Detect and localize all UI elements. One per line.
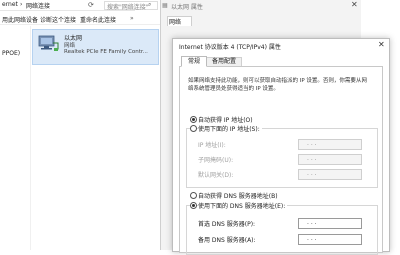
ethernet-properties-close-button[interactable]: ✕ (351, 0, 358, 9)
explorer-toolbar: 用此网络设备 诊断这个连接 重命名此连接 » (0, 12, 160, 25)
diagnose-button[interactable]: 诊断这个连接 (40, 15, 76, 24)
ethernet-properties-icon: ▦ (162, 2, 168, 9)
subnet-mask-label: 子网掩码(U): (198, 157, 234, 164)
dialog-title: Internet 协议版本 4 (TCP/IPv4) 属性 (179, 44, 281, 51)
manual-dns-radio[interactable] (190, 202, 197, 209)
left-pane: PPOE) (0, 26, 31, 250)
address-prefix: ernet (2, 1, 18, 8)
network-connections-window: ernet › 网络连接 ⟳ 搜索"网络连接" ⌕ 用此网络设备 诊断这个连接 … (0, 0, 160, 250)
description-line-2: 络系统管理员处获得适当的 IP 设置。 (188, 86, 279, 92)
ip-address-separators: . . . (307, 140, 317, 147)
search-icon: ⌕ (148, 1, 152, 8)
adapter-description: Realtek PCIe FE Family Contr... (64, 49, 148, 55)
tab-network[interactable]: 网络 (167, 16, 192, 26)
dialog-titlebar: Internet 协议版本 4 (TCP/IPv4) 属性 ✕ (173, 39, 389, 52)
default-gateway-separators: . . . (307, 170, 317, 177)
manual-dns-label[interactable]: 使用下面的 DNS 服务器地址(E): (198, 201, 288, 210)
subnet-mask-separators: . . . (307, 155, 317, 162)
auto-ip-label[interactable]: 自动获得 IP 地址(O) (198, 115, 253, 124)
auto-dns-radio[interactable] (190, 192, 197, 199)
manual-dns-group (186, 205, 378, 255)
network-adapter-icon (38, 35, 59, 51)
ipv4-properties-dialog: Internet 协议版本 4 (TCP/IPv4) 属性 ✕ 常规 备用配置 … (172, 38, 390, 255)
ethernet-properties-title: 以太网 属性 (171, 4, 203, 11)
manual-ip-radio[interactable] (190, 125, 197, 132)
alternate-dns-separators: . . . (307, 235, 317, 242)
breadcrumb-network-connections[interactable]: 网络连接 (26, 1, 50, 10)
manual-ip-label[interactable]: 使用下面的 IP 地址(S): (198, 124, 262, 133)
description-line-1: 如果网络支持此功能，则可以获取自动指派的 IP 设置。否则，你需要从网 (188, 78, 367, 84)
default-gateway-label: 默认网关(D): (198, 172, 234, 179)
breadcrumb-separator-icon: › (20, 1, 23, 8)
auto-dns-label[interactable]: 自动获得 DNS 服务器地址(B) (198, 191, 278, 200)
auto-ip-radio[interactable] (190, 116, 197, 123)
subnet-mask-field[interactable]: . . . (298, 154, 362, 165)
tab-general[interactable]: 常规 (181, 56, 207, 67)
rename-button[interactable]: 重命名此连接 (80, 15, 116, 24)
more-options-icon[interactable]: » (130, 15, 134, 22)
refresh-icon[interactable]: ⟳ (88, 1, 94, 9)
dialog-close-button[interactable]: ✕ (378, 40, 385, 49)
ip-address-label: IP 地址(I): (198, 142, 226, 149)
preferred-dns-separators: . . . (307, 219, 317, 226)
alternate-dns-label: 备用 DNS 服务器(A): (198, 237, 256, 244)
disable-device-button[interactable]: 用此网络设备 (2, 15, 38, 24)
general-tab-panel: 如果网络支持此功能，则可以获取自动指派的 IP 设置。否则，你需要从网 络系统管… (179, 66, 383, 255)
preferred-dns-field[interactable]: . . . (298, 218, 362, 229)
adapter-status: 网络 (64, 43, 76, 49)
alternate-dns-field[interactable]: . . . (298, 234, 362, 245)
left-pane-label: PPOE) (2, 50, 21, 57)
preferred-dns-label: 首选 DNS 服务器(P): (198, 221, 256, 228)
ip-address-field[interactable]: . . . (298, 139, 362, 150)
default-gateway-field[interactable]: . . . (298, 169, 362, 180)
